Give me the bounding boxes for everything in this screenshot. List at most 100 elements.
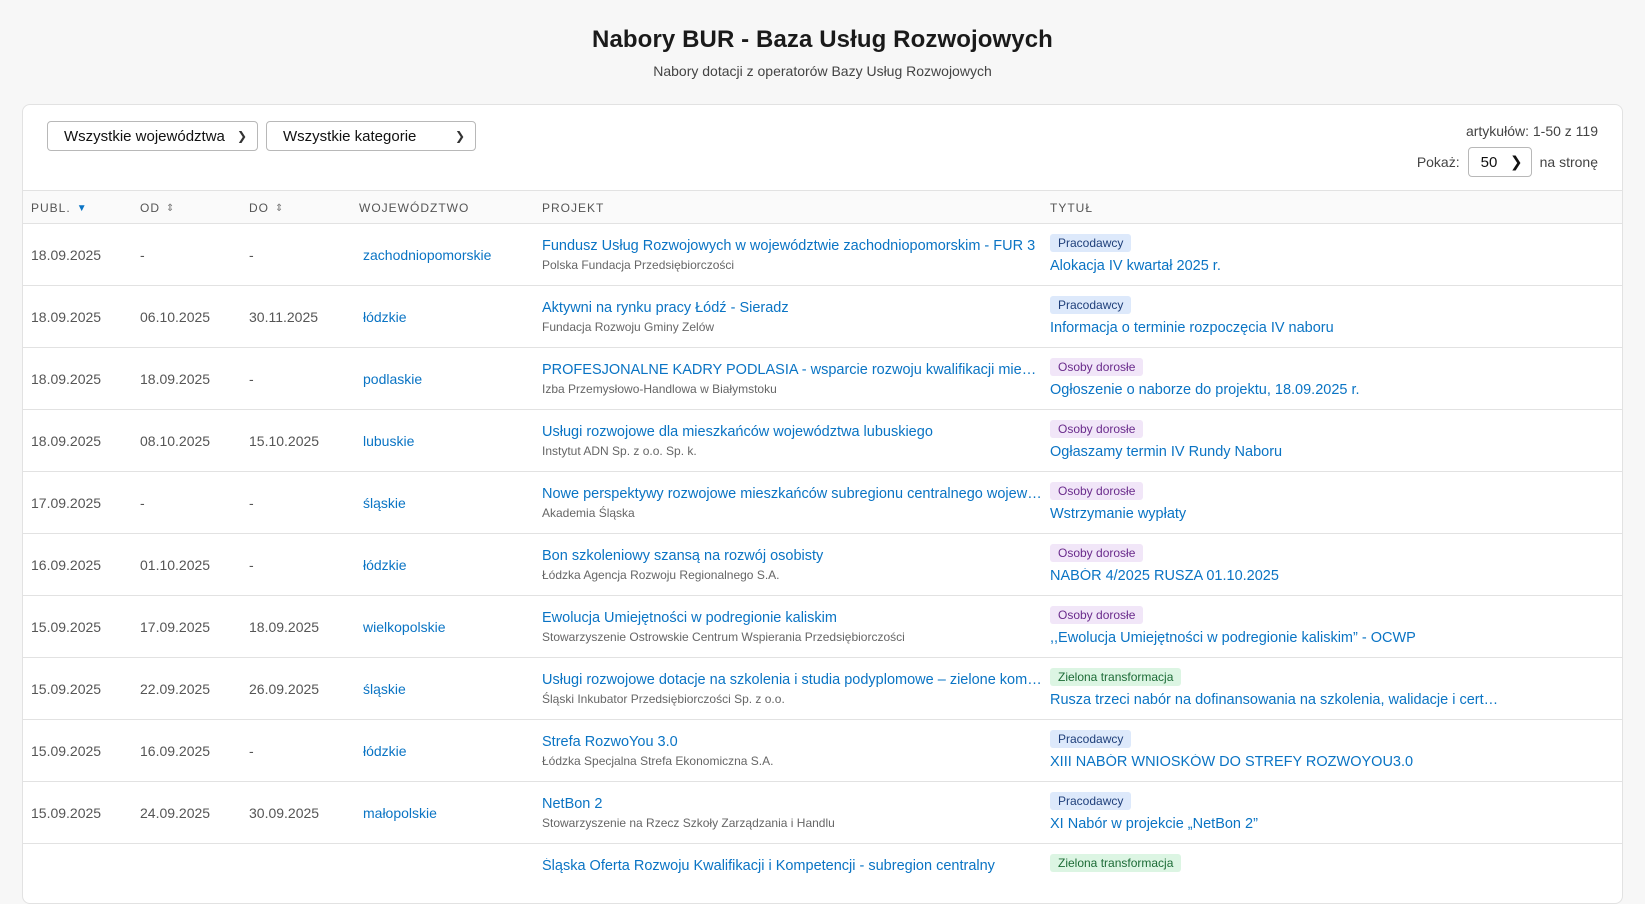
project-link[interactable]: Aktywni na rynku pracy Łódź - Sieradz [542,300,1042,316]
table-row: 15.09.2025 16.09.2025 - łódzkie Strefa Rozwo… [23,720,1622,782]
title-cell: Osoby dorosłe NABÓR 4/2025 RUSZA 01.10.20… [1050,544,1500,584]
title-cell: Pracodawcy XI Nabór w projekcie „NetBon 2… [1050,792,1500,832]
filter-bar: Wszystkie województwa ❯ Wszystkie katego… [23,105,1622,191]
start-date: 01.10.2025 [140,557,211,573]
listing-panel: Wszystkie województwa ❯ Wszystkie katego… [22,104,1623,904]
table-header: PUBL. ▼ OD ⇕ DO ⇕ WOJEWÓDZTWO PROJEKT TY… [23,191,1622,224]
announcement-link[interactable]: Ogłoszenie o naborze do projektu, 18.09.… [1050,382,1500,398]
start-date: - [140,247,145,263]
column-header-woj: WOJEWÓDZTWO [359,201,470,215]
column-header-tyt: TYTUŁ [1050,201,1094,215]
project-link[interactable]: Usługi rozwojowe dla mieszkańców wojewód… [542,424,1042,440]
category-badge: Osoby dorosłe [1050,606,1144,624]
region-link[interactable]: łódzkie [363,286,407,348]
announcement-link[interactable]: Wstrzymanie wypłaty [1050,506,1500,522]
announcement-link[interactable]: Alokacja IV kwartał 2025 r. [1050,258,1500,274]
end-date: 18.09.2025 [249,619,320,635]
table-row: 17.09.2025 - - śląskie Nowe perspektywy rozw… [23,472,1622,534]
region-link[interactable]: śląskie [363,472,406,534]
project-cell: Fundusz Usług Rozwojowych w województwie… [542,238,1042,272]
region-link[interactable]: podlaskie [363,348,422,410]
per-page-label: na stronę [1539,154,1598,170]
show-label: Pokaż: [1416,154,1460,170]
project-link[interactable]: Fundusz Usług Rozwojowych w województwie… [542,238,1042,254]
announcement-link[interactable]: ,,Ewolucja Umiejętności w podregionie ka… [1050,630,1500,646]
per-page-control: Pokaż: 50 ❯ na stronę [1417,147,1598,177]
sort-icon: ⇕ [275,202,285,214]
results-count: artykułów: 1-50 z 119 [1465,123,1598,139]
project-organization: Stowarzyszenie na Rzecz Szkoły Zarządzan… [542,816,835,830]
column-label: DO [249,201,269,215]
publ-date: 18.09.2025 [31,371,102,387]
region-link[interactable]: łódzkie [363,534,407,596]
project-link[interactable]: NetBon 2 [542,796,1042,812]
title-cell: Osoby dorosłe Ogłoszenie o naborze do pro… [1050,358,1500,398]
column-label: OD [140,201,160,215]
title-cell: Osoby dorosłe Wstrzymanie wypłaty [1050,482,1500,522]
region-link[interactable]: łódzkie [363,720,407,782]
category-select[interactable]: Wszystkie kategorie ❯ [266,121,476,151]
region-link[interactable]: wielkopolskie [363,596,445,658]
project-cell: Śląska Oferta Rozwoju Kwalifikacji i Kom… [542,858,1042,878]
column-header-od[interactable]: OD ⇕ [140,201,175,215]
project-link[interactable]: Usługi rozwojowe dotacje na szkolenia i … [542,672,1042,688]
publ-date: 15.09.2025 [31,743,102,759]
start-date: 18.09.2025 [140,371,211,387]
column-header-proj: PROJEKT [542,201,605,215]
announcement-link[interactable]: XIII NABÓR WNIOSKÓW DO STREFY ROZWOYOU3.… [1050,754,1500,770]
column-header-publ[interactable]: PUBL. ▼ [31,201,88,215]
region-link[interactable]: śląskie [363,658,406,720]
category-badge: Osoby dorosłe [1050,420,1144,438]
end-date: 26.09.2025 [249,681,320,697]
start-date: 06.10.2025 [140,309,211,325]
project-cell: Ewolucja Umiejętności w podregionie kali… [542,610,1042,644]
end-date: - [249,247,254,263]
column-header-do[interactable]: DO ⇕ [249,201,284,215]
title-cell: Pracodawcy Informacja o terminie rozpoczę… [1050,296,1500,336]
page-title: Nabory BUR - Baza Usług Rozwojowych [592,26,1053,53]
category-badge: Osoby dorosłe [1050,482,1144,500]
project-link[interactable]: PROFESJONALNE KADRY PODLASIA - wsparcie … [542,362,1042,378]
announcement-link[interactable]: Ogłaszamy termin IV Rundy Naboru [1050,444,1500,460]
project-link[interactable]: Bon szkoleniowy szansą na rozwój osobist… [542,548,1042,564]
start-date: - [140,495,145,511]
announcement-link[interactable]: Rusza trzeci nabór na dofinansowania na … [1050,692,1500,708]
per-page-select[interactable]: 50 ❯ [1467,147,1532,177]
project-cell: Nowe perspektywy rozwojowe mieszkańców s… [542,486,1042,520]
title-cell: Osoby dorosłe Ogłaszamy termin IV Rundy N… [1050,420,1500,460]
project-link[interactable]: Śląska Oferta Rozwoju Kwalifikacji i Kom… [542,858,1042,874]
table-row: 18.09.2025 - - zachodniopomorskie Fundusz Us… [23,224,1622,286]
project-organization: Stowarzyszenie Ostrowskie Centrum Wspier… [542,630,905,644]
project-cell: NetBon 2 Stowarzyszenie na Rzecz Szkoły Z… [542,796,1042,830]
announcement-link[interactable]: XI Nabór w projekcie „NetBon 2” [1050,816,1500,832]
project-cell: Bon szkoleniowy szansą na rozwój osobist… [542,548,1042,582]
publ-date: 15.09.2025 [31,619,102,635]
project-link[interactable]: Strefa RozwoYou 3.0 [542,734,1042,750]
project-organization: Polska Fundacja Przedsiębiorczości [542,258,735,272]
region-link[interactable]: lubuskie [363,410,414,472]
sort-desc-icon: ▼ [76,202,88,214]
region-select[interactable]: Wszystkie województwa ❯ [47,121,258,151]
project-link[interactable]: Nowe perspektywy rozwojowe mieszkańców s… [542,486,1042,502]
project-organization: Śląski Inkubator Przedsiębiorczości Sp. … [542,692,785,706]
region-link[interactable]: zachodniopomorskie [363,224,491,286]
project-organization: Instytut ADN Sp. z o.o. Sp. k. [542,444,697,458]
project-organization: Izba Przemysłowo-Handlowa w Białymstoku [542,382,777,396]
sort-icon: ⇕ [166,202,176,214]
end-date: 30.09.2025 [249,805,320,821]
table-row: Śląska Oferta Rozwoju Kwalifikacji i Kom… [23,844,1622,903]
column-label: PUBL. [31,201,71,215]
title-cell: Zielona transformacja Rusza trzeci nabór … [1050,668,1500,708]
end-date: - [249,371,254,387]
project-organization: Akademia Śląska [542,506,635,520]
publ-date: 18.09.2025 [31,309,102,325]
publ-date: 18.09.2025 [31,433,102,449]
announcement-link[interactable]: Informacja o terminie rozpoczęcia IV nab… [1050,320,1500,336]
region-select-value: Wszystkie województwa [64,127,225,145]
region-link[interactable]: małopolskie [363,782,437,844]
project-link[interactable]: Ewolucja Umiejętności w podregionie kali… [542,610,1042,626]
chevron-down-icon: ❯ [1510,154,1523,171]
table-row: 16.09.2025 01.10.2025 - łódzkie Bon szkoleni… [23,534,1622,596]
title-cell: Osoby dorosłe ,,Ewolucja Umiejętności w p… [1050,606,1500,646]
announcement-link[interactable]: NABÓR 4/2025 RUSZA 01.10.2025 [1050,568,1500,584]
